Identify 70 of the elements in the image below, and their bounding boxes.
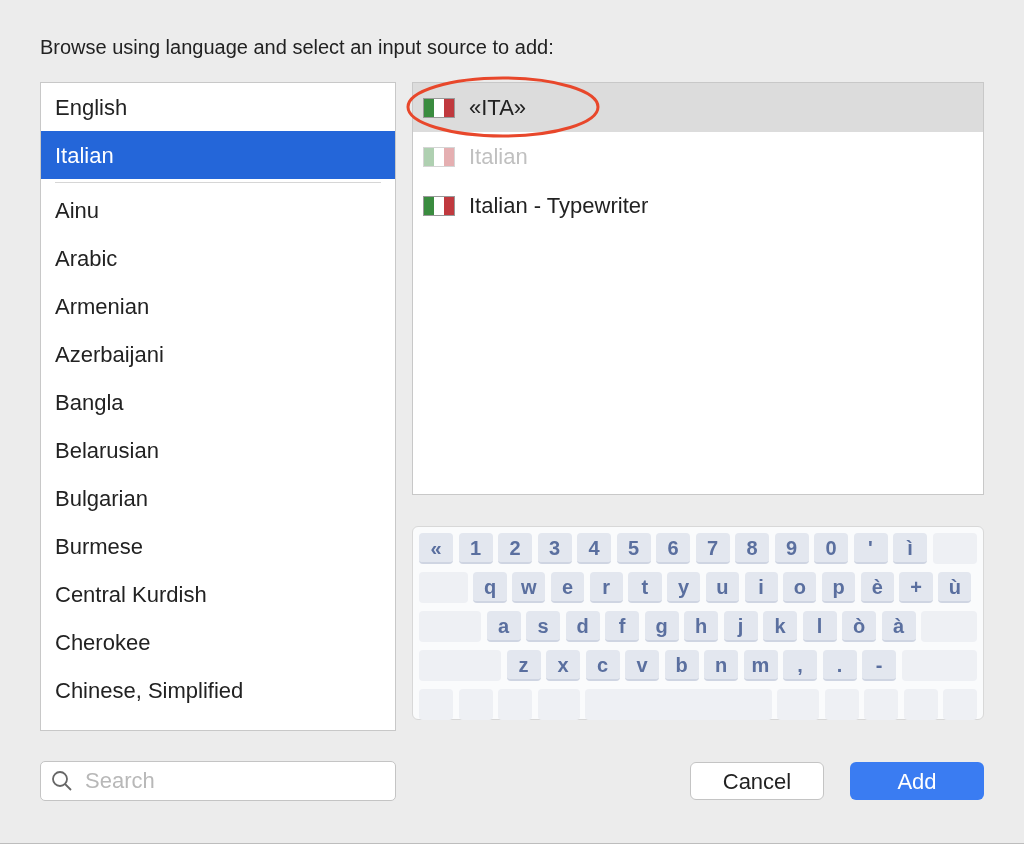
keyboard-key: 4 bbox=[577, 533, 611, 564]
input-source-item[interactable]: «ITA» bbox=[413, 83, 983, 132]
language-item[interactable]: Italian bbox=[41, 131, 395, 179]
keyboard-key: p bbox=[822, 572, 856, 603]
keyboard-key: x bbox=[546, 650, 580, 681]
keyboard-key: , bbox=[783, 650, 817, 681]
keyboard-key: u bbox=[705, 572, 739, 603]
language-item[interactable]: English bbox=[41, 83, 395, 131]
keyboard-key: 1 bbox=[458, 533, 493, 564]
keyboard-key: o bbox=[783, 572, 817, 603]
add-button[interactable]: Add bbox=[850, 762, 984, 800]
keyboard-key: 7 bbox=[695, 533, 730, 564]
keyboard-key: d bbox=[565, 611, 600, 642]
keyboard-key: . bbox=[822, 650, 857, 681]
keyboard-key: k bbox=[763, 611, 797, 642]
keyboard-key: w bbox=[512, 572, 546, 603]
keyboard-key: 8 bbox=[735, 533, 769, 564]
language-item[interactable]: Burmese bbox=[41, 522, 395, 570]
language-item[interactable]: Azerbaijani bbox=[41, 330, 395, 378]
keyboard-key: c bbox=[585, 650, 620, 681]
cancel-button[interactable]: Cancel bbox=[690, 762, 824, 800]
keyboard-key: 5 bbox=[616, 533, 651, 564]
keyboard-key: t bbox=[628, 572, 662, 603]
language-item[interactable]: Bangla bbox=[41, 378, 395, 426]
keyboard-key: + bbox=[899, 572, 933, 603]
keyboard-key: e bbox=[550, 572, 585, 603]
keyboard-key: j bbox=[723, 611, 758, 642]
keyboard-key: n bbox=[704, 650, 738, 681]
keyboard-key: s bbox=[526, 611, 560, 642]
flag-icon bbox=[423, 97, 455, 118]
keyboard-key: 9 bbox=[774, 533, 809, 564]
keyboard-key: f bbox=[605, 611, 639, 642]
keyboard-key: 0 bbox=[814, 533, 848, 564]
keyboard-key: à bbox=[881, 611, 916, 642]
keyboard-key: m bbox=[743, 650, 778, 681]
keyboard-key: g bbox=[644, 611, 679, 642]
flag-icon bbox=[423, 195, 455, 216]
keyboard-key: h bbox=[684, 611, 718, 642]
search-icon bbox=[50, 769, 74, 793]
keyboard-key: b bbox=[664, 650, 699, 681]
language-item[interactable]: Arabic bbox=[41, 234, 395, 282]
input-source-item[interactable]: Italian - Typewriter bbox=[413, 181, 983, 230]
keyboard-key: 6 bbox=[656, 533, 690, 564]
prompt-text: Browse using language and select an input source to add: bbox=[40, 35, 555, 60]
keyboard-key: y bbox=[667, 572, 701, 603]
keyboard-key: 3 bbox=[537, 533, 572, 564]
keyboard-key: ò bbox=[842, 611, 876, 642]
search-field[interactable]: Search bbox=[40, 761, 396, 801]
keyboard-key: « bbox=[419, 533, 453, 564]
keyboard-key: ' bbox=[853, 533, 888, 564]
language-item[interactable]: Armenian bbox=[41, 282, 395, 330]
language-item[interactable]: Chinese, Simplified bbox=[41, 666, 395, 714]
keyboard-key: - bbox=[862, 650, 896, 681]
language-item[interactable]: Central Kurdish bbox=[41, 570, 395, 618]
language-item[interactable]: Belarusian bbox=[41, 426, 395, 474]
language-item[interactable]: Cherokee bbox=[41, 618, 395, 666]
keyboard-key: l bbox=[802, 611, 837, 642]
language-item[interactable]: Ainu bbox=[41, 186, 395, 234]
keyboard-key: r bbox=[589, 572, 623, 603]
keyboard-key: a bbox=[486, 611, 521, 642]
keyboard-key: ì bbox=[893, 533, 927, 564]
flag-icon bbox=[423, 146, 455, 167]
keyboard-key: è bbox=[860, 572, 894, 603]
keyboard-key: q bbox=[473, 572, 507, 603]
keyboard-key: i bbox=[744, 572, 778, 603]
keyboard-key: z bbox=[506, 650, 541, 681]
keyboard-key: v bbox=[625, 650, 659, 681]
keyboard-key: ù bbox=[938, 572, 972, 603]
keyboard-key: 2 bbox=[498, 533, 532, 564]
language-item[interactable]: Bulgarian bbox=[41, 474, 395, 522]
